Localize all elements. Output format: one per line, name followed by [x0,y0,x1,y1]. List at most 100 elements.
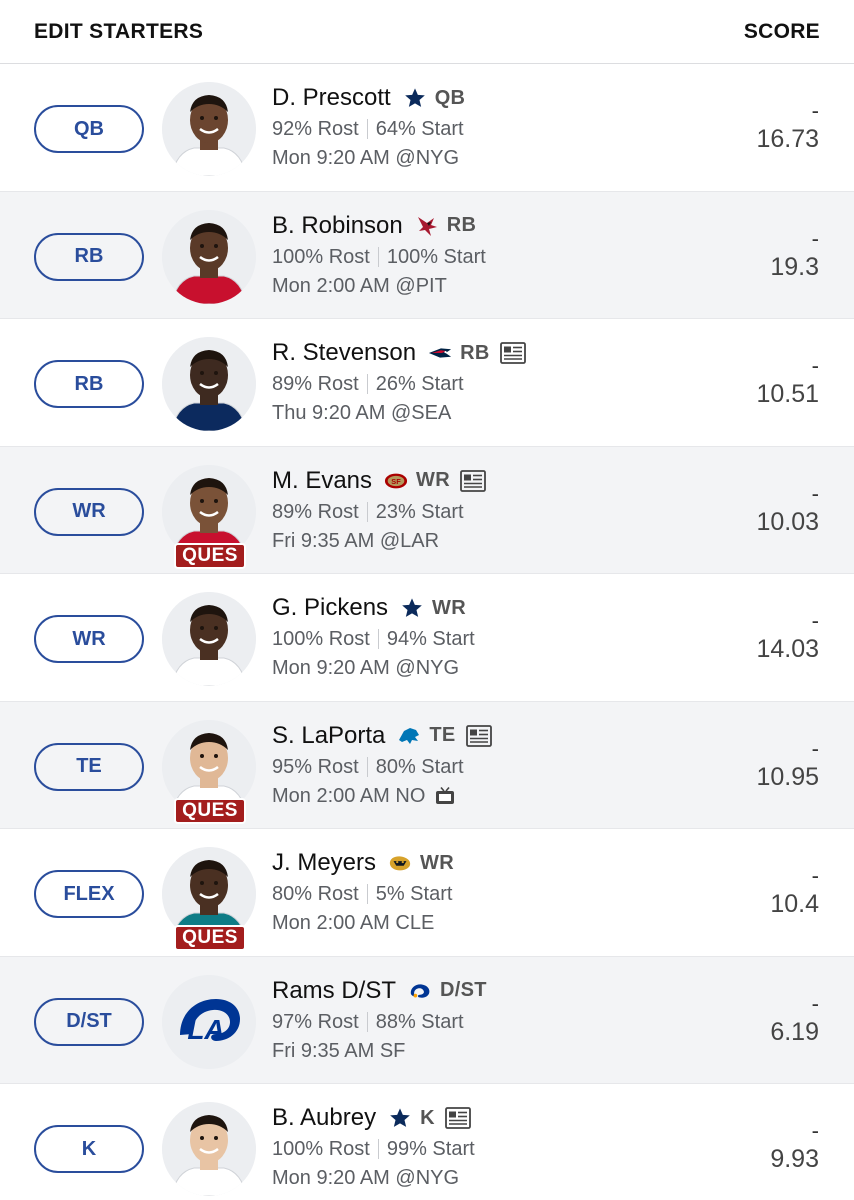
svg-text:SF: SF [391,476,401,485]
actual-score: - [811,225,819,251]
player-headshot[interactable] [162,82,256,176]
player-name-link[interactable]: R. Stevenson [272,339,416,367]
projected-score: 16.73 [756,125,819,153]
divider [366,374,368,394]
player-headshot[interactable] [162,592,256,686]
game-info: Mon 2:00 AM NO [272,784,426,807]
49ers-icon: SF [384,470,408,492]
questionable-badge: QUES [174,797,246,824]
divider [366,119,368,139]
player-info: D. Prescott QB 92% Rost 64% Start Mon 9:… [272,82,465,173]
lineup-slot-button[interactable]: QB [34,105,144,153]
position-label: WR [420,851,454,874]
start-percent: 64% Start [375,118,464,140]
start-percent: 26% Start [375,373,464,395]
lineup-slot-button[interactable]: K [34,1125,144,1173]
start-percent: 100% Start [386,245,486,268]
news-icon[interactable] [444,1107,471,1129]
roster-percent: 97% Rost [272,1010,359,1033]
player-info: M. Evans SF WR 89% Rost 23% Start Fri 9:… [272,465,486,556]
player-name-link[interactable]: B. Aubrey [272,1104,376,1132]
player-row: FLEX QUES J. Meyers WR 80% Rost 5% Start… [0,829,854,957]
divider [366,756,368,777]
position-label: K [420,1106,435,1129]
jaguar-icon [388,852,412,874]
falcon-icon [415,215,439,237]
actual-score: - [811,480,819,506]
roster-percent: 95% Rost [272,755,359,778]
starters-list: QB D. Prescott QB 92% Rost 64% Start Mon… [0,64,854,1200]
projected-score: 10.51 [756,380,819,408]
lineup-slot-button[interactable]: D/ST [34,997,144,1046]
rams-icon [408,980,432,1002]
game-info: Thu 9:20 AM @SEA [272,402,452,424]
player-row: WR G. Pickens WR 100% Rost 94% Start Mon… [0,574,854,702]
lineup-slot-button[interactable]: WR [34,487,144,536]
player-headshot[interactable] [162,209,256,304]
lineup-slot-button[interactable]: RB [34,232,144,281]
questionable-badge: QUES [174,925,246,951]
roster-percent: 100% Rost [272,245,370,268]
game-info: Mon 9:20 AM @NYG [272,1167,460,1189]
news-icon[interactable] [499,342,526,364]
team-logo-avatar[interactable]: LA [162,974,256,1069]
position-label: QB [434,86,466,109]
actual-score: - [811,735,819,761]
star-icon [388,1107,412,1129]
player-row: D/ST LA Rams D/ST D/ST 97% Rost 88% Star… [0,956,854,1084]
game-info: Mon 2:00 AM @PIT [272,274,447,297]
player-info: R. Stevenson RB 89% Rost 26% Start Thu 9… [272,337,526,428]
actual-score: - [811,990,819,1016]
player-name-link[interactable]: S. LaPorta [272,722,385,750]
projected-score: 14.03 [756,635,819,663]
news-icon[interactable] [465,724,492,747]
start-percent: 5% Start [375,883,453,905]
divider [377,629,379,649]
player-name-link[interactable]: D. Prescott [272,84,391,112]
player-row: WR QUES M. Evans SF WR 89% Rost 23% Star… [0,446,854,574]
projected-score: 9.93 [770,1145,819,1173]
divider [366,1011,368,1032]
start-percent: 88% Start [375,1010,464,1033]
lineup-slot-button[interactable]: TE [34,742,144,791]
player-info: J. Meyers WR 80% Rost 5% Start Mon 2:00 … [272,847,454,938]
tv-icon [435,787,455,805]
player-headshot[interactable] [162,1102,256,1196]
lineup-slot-button[interactable]: WR [34,615,144,663]
score-cell: - 9.93 [770,1118,819,1174]
divider [366,884,368,904]
position-label: WR [432,596,466,619]
player-info: G. Pickens WR 100% Rost 94% Start Mon 9:… [272,592,475,683]
player-info: S. LaPorta TE 95% Rost 80% Start Mon 2:0… [272,720,492,811]
position-label: RB [460,341,490,364]
player-headshot[interactable] [162,337,256,431]
player-row: TE QUES S. LaPorta TE 95% Rost 80% Start… [0,701,854,829]
player-name-link[interactable]: Rams D/ST [272,977,396,1005]
news-icon[interactable] [460,469,486,492]
start-percent: 99% Start [386,1138,475,1160]
lineup-slot-button[interactable]: RB [34,360,144,408]
actual-score: - [811,353,819,378]
game-info: Mon 9:20 AM @NYG [272,147,460,169]
position-label: TE [429,724,456,746]
page-header: EDIT STARTERS SCORE [0,0,854,64]
lineup-slot-button[interactable]: FLEX [34,870,144,918]
divider [377,1139,379,1159]
player-name-link[interactable]: J. Meyers [272,849,376,877]
edit-starters-title: EDIT STARTERS [34,19,204,43]
player-info: B. Robinson RB 100% Rost 100% Start Mon … [272,210,486,301]
divider [366,501,368,522]
player-row: RB B. Robinson RB 100% Rost 100% Start M… [0,191,854,319]
actual-score: - [811,863,819,888]
actual-score: - [811,608,819,633]
player-name-link[interactable]: M. Evans [272,467,372,495]
start-percent: 80% Start [375,755,464,778]
player-row: K B. Aubrey K 100% Rost 99% Start Mon 9:… [0,1084,854,1200]
start-percent: 23% Start [375,500,464,523]
player-name-link[interactable]: G. Pickens [272,594,388,622]
player-row: QB D. Prescott QB 92% Rost 64% Start Mon… [0,64,854,192]
roster-percent: 80% Rost [272,883,359,905]
star-icon [403,87,427,109]
lion-icon [397,725,421,747]
player-name-link[interactable]: B. Robinson [272,212,403,240]
